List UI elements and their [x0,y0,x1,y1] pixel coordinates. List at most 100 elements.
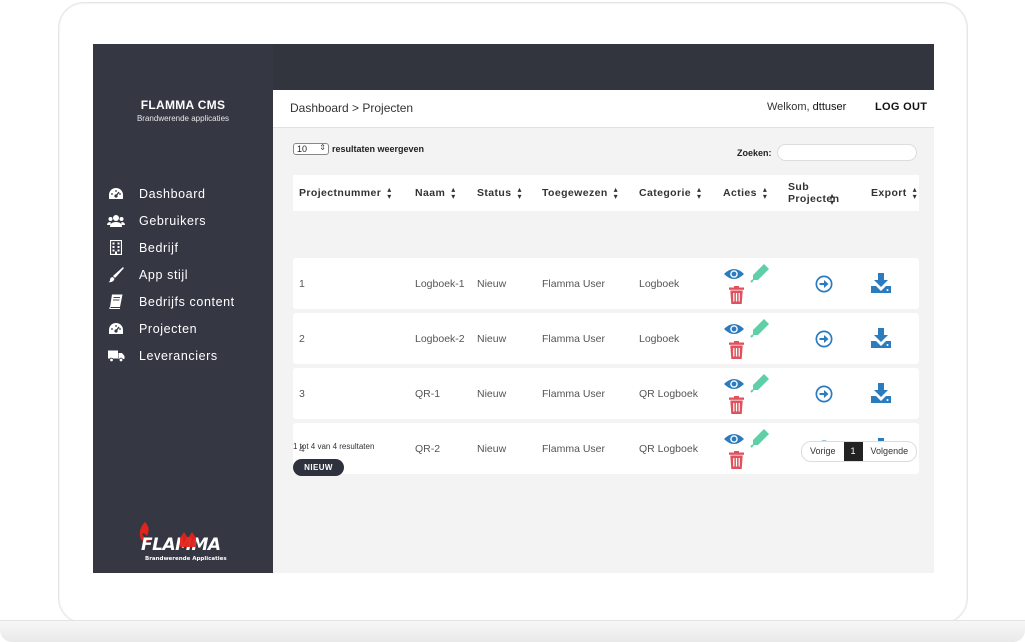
prev-page-button[interactable]: Vorige [802,442,844,461]
col-label: Categorie [639,187,692,199]
sidebar-item-projecten[interactable]: Projecten [107,315,235,342]
sidebar-item-bedrijf[interactable]: Bedrijf [107,234,235,261]
sidebar-item-label: Gebruikers [139,213,207,228]
select-arrow-icon: ⇕ [319,143,326,152]
cell-projectnummer: 3 [299,388,305,400]
download-icon[interactable] [871,383,891,408]
breadcrumb: Dashboard > Projecten [290,101,414,115]
sidebar-item-leveranciers[interactable]: Leveranciers [107,342,235,369]
col-label: Naam [415,187,446,199]
sidebar-item-label: Projecten [139,321,198,336]
sort-icon: ▴ ▾ [387,185,392,201]
table-row: 3 QR-1 Nieuw Flamma User QR Logboek [293,368,919,419]
cell-naam: Logboek-2 [415,333,465,345]
building-icon [107,240,125,256]
tachometer-icon [107,186,125,202]
cell-toegewezen: Flamma User [542,388,606,400]
sidebar-item-bedrijfs-content[interactable]: Bedrijfs content [107,288,235,315]
svg-text:Brandwerende Applicaties: Brandwerende Applicaties [145,556,227,562]
view-icon[interactable] [723,322,745,341]
edit-icon[interactable] [750,318,770,343]
new-button[interactable]: NIEUW [293,459,344,476]
sort-icon: ▴ ▾ [697,185,702,201]
welcome-text: Welkom, dttuser [767,101,846,113]
sidebar-item-dashboard[interactable]: Dashboard [107,180,235,207]
sidebar-item-label: Dashboard [139,186,206,201]
sidebar-nav: Dashboard Gebruikers Bedrijf App stijl B… [107,180,235,369]
cell-naam: QR-2 [415,443,441,455]
sidebar-item-label: Bedrijfs content [139,294,235,309]
download-icon[interactable] [871,273,891,298]
edit-icon[interactable] [750,428,770,453]
col-categorie[interactable]: Categorie ▴ ▾ [639,175,701,211]
tachometer-icon [107,321,125,337]
search-input[interactable] [777,144,917,161]
cell-categorie: QR Logboek [639,388,698,400]
sort-icon: ▴ ▾ [830,191,835,207]
sort-icon: ▴ ▾ [762,185,768,201]
sort-icon: ▴ ▾ [451,185,456,201]
col-projectnummer[interactable]: Projectnummer ▴ ▾ [299,175,392,211]
delete-icon[interactable] [729,451,744,474]
app-subtitle: Brandwerende applicaties [136,114,230,123]
edit-icon[interactable] [750,263,770,288]
delete-icon[interactable] [729,341,744,364]
table-row: 1 Logboek-1 Nieuw Flamma User Logboek [293,258,919,309]
col-toegewezen[interactable]: Toegewezen ▴ ▾ [542,175,618,211]
sidebar-item-label: Bedrijf [139,240,179,255]
cell-categorie: Logboek [639,278,680,290]
cell-status: Nieuw [477,278,507,290]
logout-button[interactable]: LOG OUT [875,101,927,113]
laptop-base [0,620,1025,642]
view-icon[interactable] [723,377,745,396]
page-length-value: 10 [297,144,308,154]
col-label: Toegewezen [542,187,608,199]
app-title: FLAMMA CMS [140,98,226,112]
sidebar-item-app-stijl[interactable]: App stijl [107,261,235,288]
col-naam[interactable]: Naam ▴ ▾ [415,175,456,211]
col-status[interactable]: Status ▴ ▾ [477,175,522,211]
cell-projectnummer: 2 [299,333,305,345]
cell-projectnummer: 1 [299,278,305,290]
delete-icon[interactable] [729,396,744,419]
page-length-select[interactable]: 10 ⇕ [293,143,329,155]
username: dttuser [812,101,847,113]
download-icon[interactable] [871,328,891,353]
col-export[interactable]: Export ▴ ▾ [871,175,917,211]
col-label: Export [871,187,907,199]
sort-icon: ▴ ▾ [517,185,522,201]
top-bar: Dashboard > Projecten Welkom, dttuser LO… [273,90,934,128]
cell-status: Nieuw [477,388,507,400]
col-sub-projecten[interactable]: Sub Projecten ▴ ▾ [788,175,848,211]
pagination: Vorige 1 Volgende [801,441,918,462]
col-label: Sub Projecten [788,181,840,205]
view-icon[interactable] [723,432,745,451]
app-screen: FLAMMA CMS Brandwerende applicaties Dash… [93,44,934,573]
cell-status: Nieuw [477,443,507,455]
sidebar-item-label: App stijl [139,267,189,282]
next-page-button[interactable]: Volgende [863,442,917,461]
cell-naam: Logboek-1 [415,278,465,290]
search-label: Zoeken: [737,148,772,158]
flamma-logo: FLAMMA Brandwerende Applicaties [139,522,227,562]
current-page-button[interactable]: 1 [843,442,863,461]
arrow-circle-right-icon[interactable] [815,385,833,408]
col-label: Acties [723,187,757,199]
welcome-prefix: Welkom, [767,101,810,113]
sidebar-item-gebruikers[interactable]: Gebruikers [107,207,235,234]
col-acties[interactable]: Acties ▴ ▾ [723,175,767,211]
book-icon [107,294,125,310]
delete-icon[interactable] [729,286,744,309]
arrow-circle-right-icon[interactable] [815,330,833,353]
table-info: 1 tot 4 van 4 resultaten [293,442,375,451]
sort-icon: ▴ ▾ [912,185,918,201]
cell-status: Nieuw [477,333,507,345]
cell-toegewezen: Flamma User [542,333,606,345]
sidebar: FLAMMA CMS Brandwerende applicaties Dash… [93,44,273,573]
cell-categorie: QR Logboek [639,443,698,455]
arrow-circle-right-icon[interactable] [815,275,833,298]
edit-icon[interactable] [750,373,770,398]
paintbrush-icon [107,266,125,283]
view-icon[interactable] [723,267,745,286]
main-content: 10 ⇕ resultaten weergeven Zoeken: Projec… [273,128,934,573]
